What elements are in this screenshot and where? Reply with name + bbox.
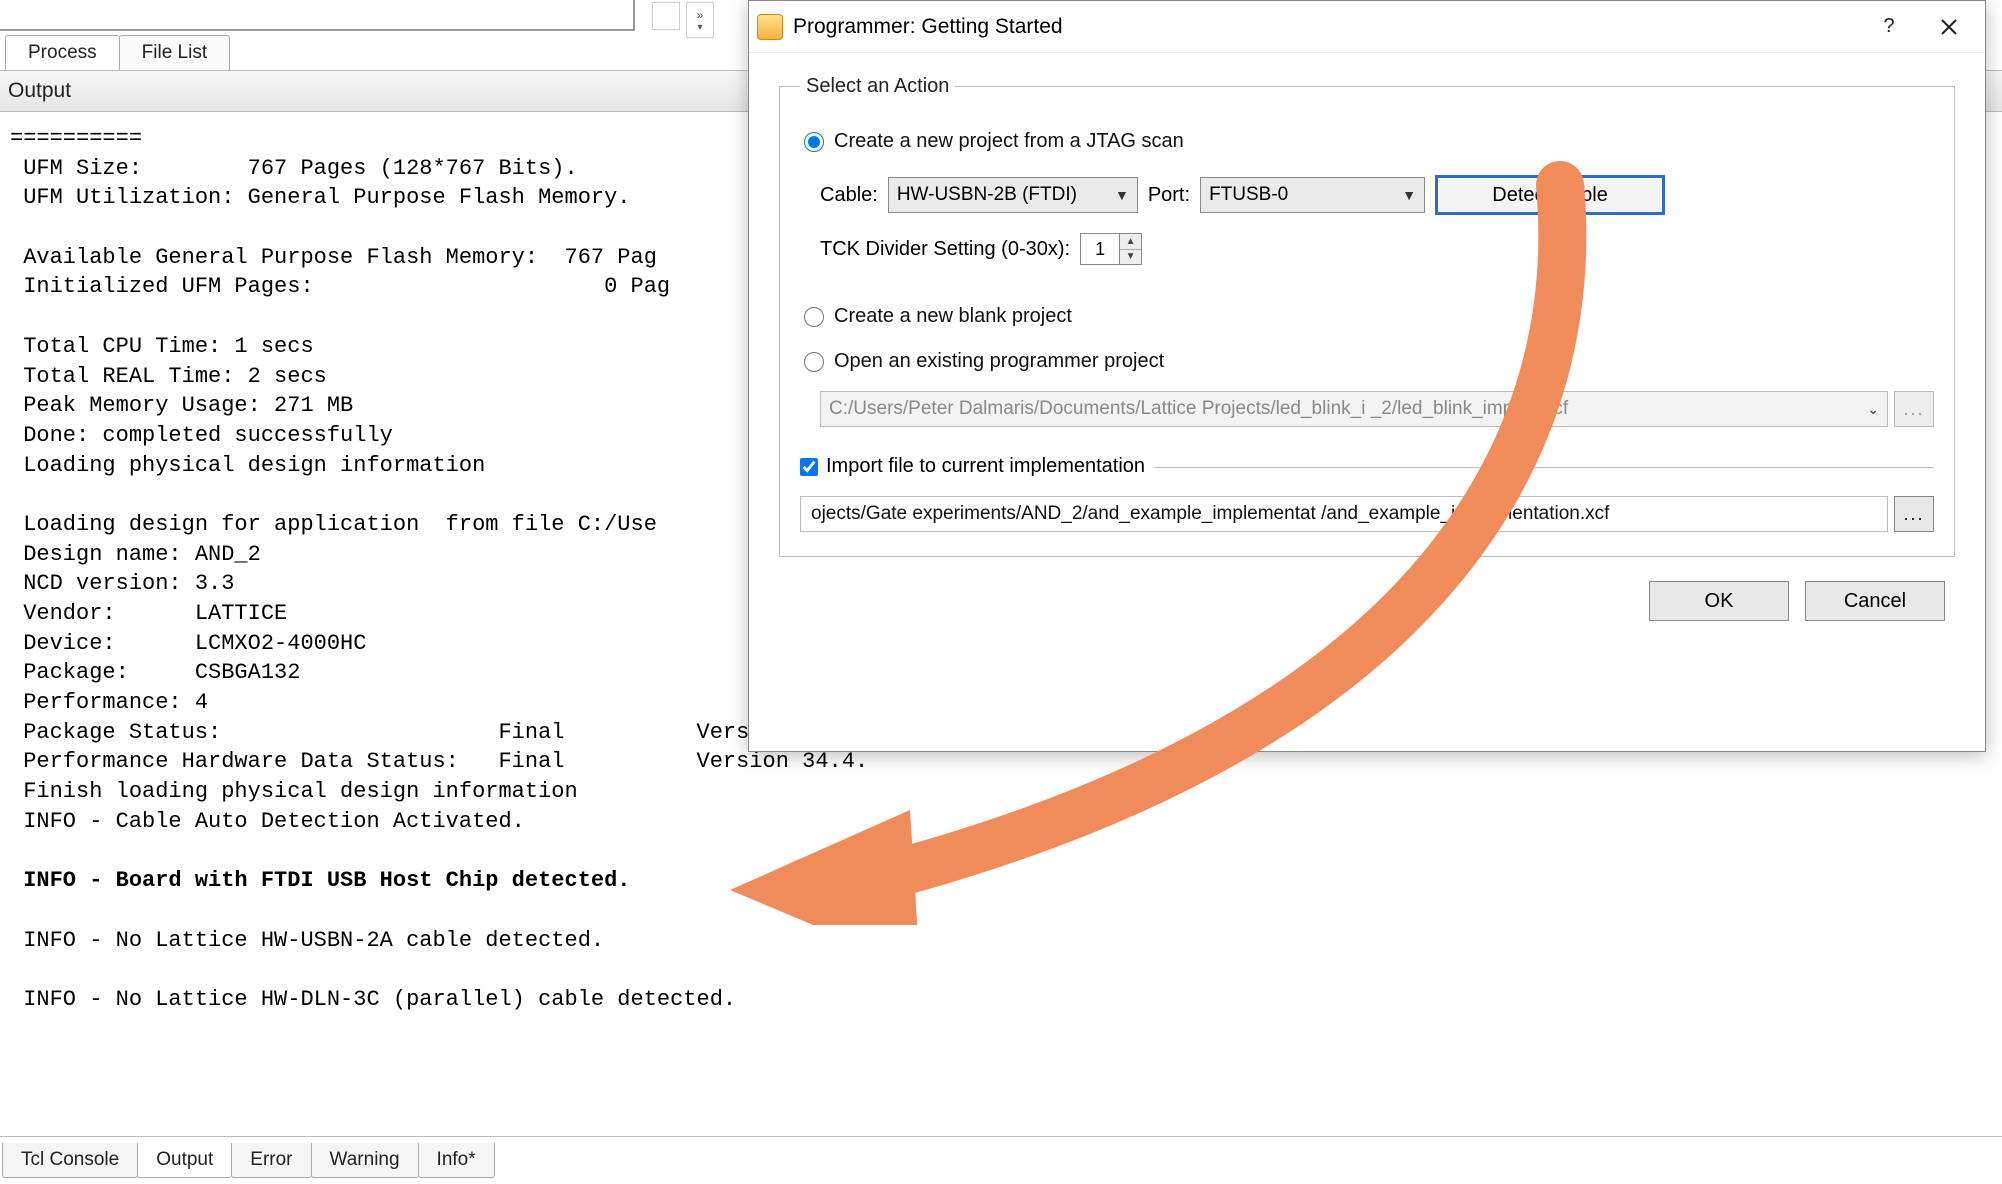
detect-cable-button[interactable]: Detect Cable xyxy=(1435,175,1665,215)
output-line: UFM Size: 767 Pages (128*767 Bits). xyxy=(10,156,578,181)
output-line: Available General Purpose Flash Memory: … xyxy=(10,245,657,270)
tab-file-list[interactable]: File List xyxy=(119,35,230,70)
output-line: Done: completed successfully xyxy=(10,423,393,448)
partial-child-window-frame xyxy=(0,0,635,31)
select-action-group: Select an Action Create a new project fr… xyxy=(779,75,1955,557)
spin-down-icon[interactable]: ▼ xyxy=(1120,250,1141,265)
tab-info[interactable]: Info* xyxy=(418,1143,495,1178)
tck-spinbox-input[interactable] xyxy=(1081,234,1119,264)
output-line: Loading physical design information xyxy=(10,453,485,478)
import-file-checkbox[interactable]: Import file to current implementation xyxy=(800,455,1153,478)
output-line: Loading design for application from file… xyxy=(10,512,657,537)
radio-open-existing[interactable]: Open an existing programmer project xyxy=(804,350,1934,373)
tck-spinbox[interactable]: ▲ ▼ xyxy=(1080,233,1142,265)
output-line: INFO - No Lattice HW-DLN-3C (parallel) c… xyxy=(10,987,736,1012)
programmer-getting-started-dialog: Programmer: Getting Started ? Select an … xyxy=(748,0,1986,752)
radio-create-blank-input[interactable] xyxy=(804,307,824,327)
output-line: INFO - Board with FTDI USB Host Chip det… xyxy=(10,868,631,893)
output-line: NCD version: 3.3 xyxy=(10,571,234,596)
cable-combo-value: HW-USBN-2B (FTDI) xyxy=(897,184,1077,206)
tab-error[interactable]: Error xyxy=(231,1143,311,1178)
dialog-title: Programmer: Getting Started xyxy=(793,15,1859,39)
toolbar-remnant: »▾ xyxy=(649,0,739,45)
toolbar-overflow-icon[interactable]: »▾ xyxy=(686,2,714,38)
output-line: INFO - No Lattice HW-USBN-2A cable detec… xyxy=(10,928,604,953)
cable-label: Cable: xyxy=(820,184,878,207)
output-line: Performance Hardware Data Status: Final … xyxy=(10,749,868,774)
output-line: Initialized UFM Pages: 0 Pag xyxy=(10,274,670,299)
tab-output[interactable]: Output xyxy=(137,1143,232,1178)
output-line: Total CPU Time: 1 secs xyxy=(10,334,327,359)
import-file-group: Import file to current implementation oj… xyxy=(800,455,1934,532)
port-label: Port: xyxy=(1148,184,1190,207)
output-line: Vendor: LATTICE xyxy=(10,601,287,626)
existing-project-path-combo: C:/Users/Peter Dalmaris/Documents/Lattic… xyxy=(820,391,1888,427)
top-tabs: Process File List xyxy=(5,33,229,70)
programmer-app-icon xyxy=(757,14,783,40)
port-combo[interactable]: FTUSB-0 ▼ xyxy=(1200,177,1425,213)
browse-existing-button: ... xyxy=(1894,391,1934,427)
import-file-path[interactable]: ojects/Gate experiments/AND_2/and_exampl… xyxy=(800,496,1888,532)
ok-button[interactable]: OK xyxy=(1649,581,1789,621)
existing-project-path-value: C:/Users/Peter Dalmaris/Documents/Lattic… xyxy=(829,398,1568,420)
radio-open-existing-input[interactable] xyxy=(804,352,824,372)
output-line: Design name: AND_2 xyxy=(10,542,261,567)
tab-warning[interactable]: Warning xyxy=(311,1143,419,1178)
output-line: Package: CSBGA132 xyxy=(10,660,300,685)
output-line: Peak Memory Usage: 271 MB xyxy=(10,393,353,418)
radio-create-from-jtag-input[interactable] xyxy=(804,132,824,152)
tab-process[interactable]: Process xyxy=(5,35,120,70)
port-combo-value: FTUSB-0 xyxy=(1209,184,1288,206)
tab-tcl-console[interactable]: Tcl Console xyxy=(2,1143,138,1178)
toolbar-icon[interactable] xyxy=(652,2,680,30)
cancel-button[interactable]: Cancel xyxy=(1805,581,1945,621)
close-button[interactable] xyxy=(1919,5,1979,49)
output-line: Total REAL Time: 2 secs xyxy=(10,364,340,389)
group-legend: Select an Action xyxy=(800,75,955,98)
tck-label: TCK Divider Setting (0-30x): xyxy=(820,238,1070,261)
close-icon xyxy=(1940,18,1958,36)
radio-create-from-jtag[interactable]: Create a new project from a JTAG scan xyxy=(804,130,1934,153)
output-line: Finish loading physical design informati… xyxy=(10,779,578,804)
output-line: INFO - Cable Auto Detection Activated. xyxy=(10,809,525,834)
radio-create-blank[interactable]: Create a new blank project xyxy=(804,305,1934,328)
output-line: Device: LCMXO2-4000HC xyxy=(10,631,366,656)
radio-create-from-jtag-label: Create a new project from a JTAG scan xyxy=(834,130,1184,153)
chevron-down-icon: ▼ xyxy=(1402,187,1416,203)
output-line: Package Status: Final Version 1.44. xyxy=(10,720,868,745)
import-file-label: Import file to current implementation xyxy=(826,455,1145,478)
browse-import-button[interactable]: ... xyxy=(1894,496,1934,532)
spin-up-icon[interactable]: ▲ xyxy=(1120,234,1141,250)
cable-combo[interactable]: HW-USBN-2B (FTDI) ▼ xyxy=(888,177,1138,213)
chevron-down-icon: ⌄ xyxy=(1867,401,1879,418)
help-button[interactable]: ? xyxy=(1859,5,1919,49)
import-file-checkbox-input[interactable] xyxy=(800,458,818,476)
output-line: Performance: 4 xyxy=(10,690,208,715)
chevron-down-icon: ▼ xyxy=(1115,187,1129,203)
bottom-tabs: Tcl Console Output Error Warning Info* xyxy=(0,1136,2002,1184)
dialog-titlebar: Programmer: Getting Started ? xyxy=(749,1,1985,53)
radio-create-blank-label: Create a new blank project xyxy=(834,305,1072,328)
output-line: UFM Utilization: General Purpose Flash M… xyxy=(10,185,631,210)
radio-open-existing-label: Open an existing programmer project xyxy=(834,350,1164,373)
output-line: ========== xyxy=(10,126,142,151)
